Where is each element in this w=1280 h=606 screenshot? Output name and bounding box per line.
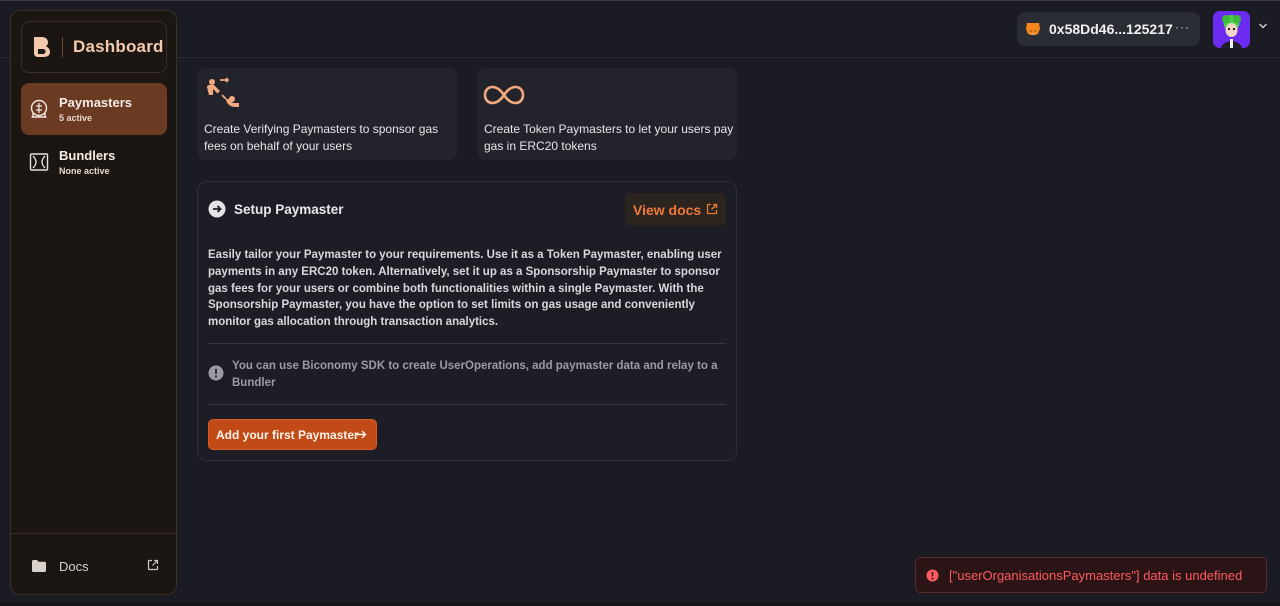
add-first-paymaster-button[interactable]: Add your first Paymaster <box>208 419 377 450</box>
card-description: Create Token Paymasters to let your user… <box>484 122 734 153</box>
paymaster-icon <box>30 99 48 118</box>
setup-header: Setup Paymaster <box>208 200 344 218</box>
token-paymaster-card: Create Token Paymasters to let your user… <box>477 68 737 160</box>
sidebar-item-paymasters[interactable]: Paymasters 5 active <box>21 83 167 135</box>
bundler-icon <box>29 153 49 171</box>
error-toast[interactable]: ["userOrganisationsPaymasters"] data is … <box>915 557 1267 593</box>
sidebar-item-status: 5 active <box>59 113 93 123</box>
info-alert-icon <box>208 365 224 381</box>
sdk-note: You can use Biconomy SDK to create UserO… <box>208 358 726 392</box>
brand-title: Dashboard <box>73 37 164 56</box>
divider <box>208 404 726 405</box>
brand[interactable]: Dashboard <box>21 21 167 73</box>
wallet-address: 0x58Dd46...125217 <box>1049 21 1173 37</box>
docs-label: Docs <box>59 558 89 574</box>
chevron-down-icon[interactable] <box>1258 22 1268 30</box>
sidebar-item-label: Bundlers <box>59 148 116 163</box>
brand-separator <box>62 37 63 57</box>
view-docs-button[interactable]: View docs <box>625 193 726 226</box>
sidebar-item-bundlers[interactable]: Bundlers None active <box>21 136 167 188</box>
arrow-right-icon <box>357 430 367 439</box>
biconomy-logo-icon <box>34 37 50 57</box>
external-link-icon <box>706 203 718 215</box>
error-toast-message: ["userOrganisationsPaymasters"] data is … <box>949 567 1243 583</box>
sidebar: Dashboard Paymasters 5 active Bundlers N… <box>10 10 177 595</box>
sidebar-item-status: None active <box>59 166 110 176</box>
bottom-strip <box>0 602 1280 606</box>
docs-link[interactable]: Docs <box>31 556 159 576</box>
sidebar-item-label: Paymasters <box>59 95 132 110</box>
arrow-circle-right-icon <box>208 200 226 218</box>
avatar-image-icon <box>1213 11 1250 48</box>
folder-icon <box>32 560 46 572</box>
setup-description: Easily tailor your Paymaster to your req… <box>208 249 722 329</box>
sdk-note-text: You can use Biconomy SDK to create UserO… <box>232 360 718 389</box>
metamask-fox-icon <box>1026 22 1040 35</box>
sponsor-icon <box>207 77 239 107</box>
external-link-icon <box>147 559 159 571</box>
error-icon <box>926 569 939 581</box>
wallet-button[interactable]: 0x58Dd46...125217 ··· <box>1017 12 1200 46</box>
more-options-icon[interactable]: ··· <box>1175 20 1190 34</box>
divider <box>208 343 726 344</box>
infinity-icon <box>483 85 525 105</box>
card-description: Create Verifying Paymasters to sponsor g… <box>204 122 439 153</box>
verifying-paymaster-card: Create Verifying Paymasters to sponsor g… <box>197 68 457 160</box>
sidebar-divider <box>11 533 176 534</box>
add-first-paymaster-label: Add your first Paymaster <box>216 427 359 442</box>
setup-paymaster-panel: Setup Paymaster View docs Easily tailor … <box>197 181 737 461</box>
view-docs-label: View docs <box>633 201 702 218</box>
setup-title: Setup Paymaster <box>234 201 344 217</box>
avatar[interactable] <box>1213 11 1250 48</box>
